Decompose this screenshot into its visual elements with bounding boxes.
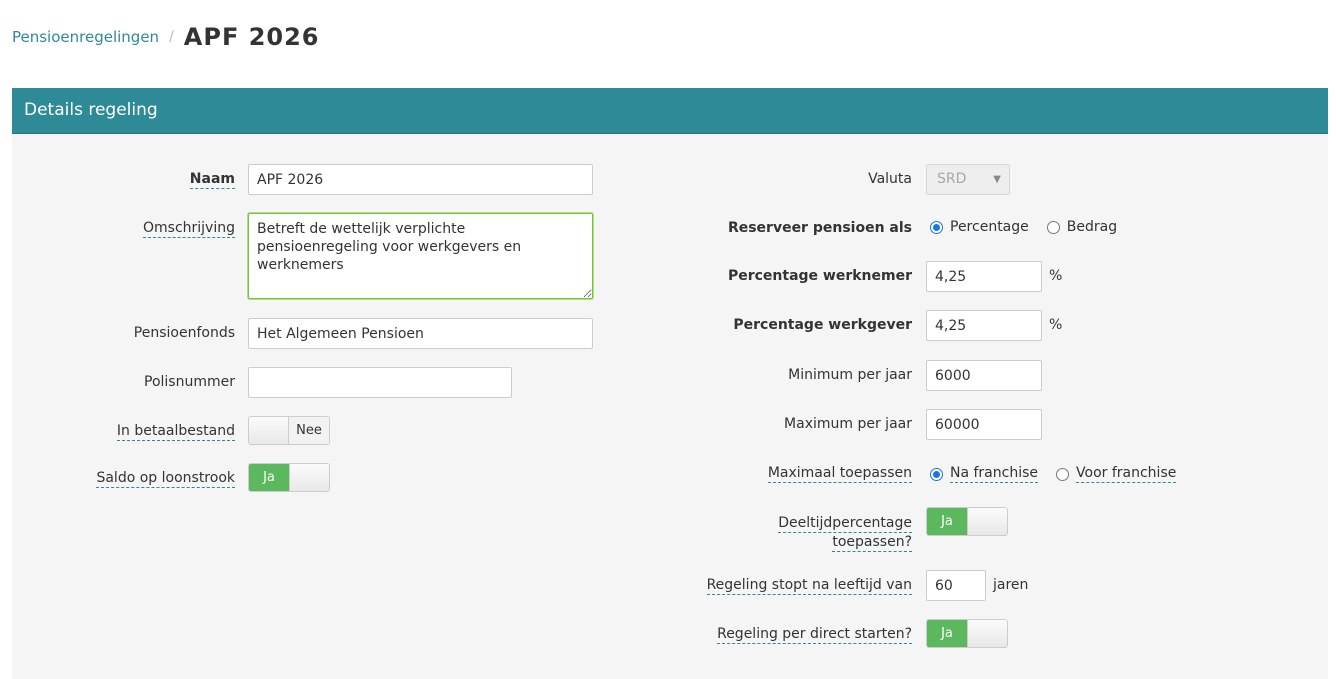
radio-na-franchise[interactable]: Na franchise <box>930 465 1039 483</box>
breadcrumb-separator: / <box>169 29 174 45</box>
betaalbestand-toggle[interactable]: Nee <box>248 416 330 445</box>
radio-percentage[interactable]: Percentage <box>930 219 1029 235</box>
omschrijving-textarea[interactable]: Betreft de wettelijk verplichte pensioen… <box>248 213 593 299</box>
toggle-knob <box>966 620 1007 647</box>
pensioenfonds-label: Pensioenfonds <box>133 325 235 341</box>
radio-unchecked-icon <box>1046 220 1060 234</box>
reserveer-label: Reserveer pensioen als <box>727 220 912 236</box>
radio-label: Bedrag <box>1066 219 1118 235</box>
radio-checked-icon <box>930 220 943 234</box>
perc-werknemer-label: Percentage werknemer <box>727 268 912 284</box>
toggle-state-ja: Ja <box>249 464 289 491</box>
minimum-label: Minimum per jaar <box>788 367 912 383</box>
caret-down-icon: ▼ <box>993 174 1001 185</box>
betaalbestand-label: In betaalbestand <box>116 423 235 441</box>
radio-bedrag[interactable]: Bedrag <box>1046 219 1118 235</box>
maximum-input[interactable] <box>926 409 1042 440</box>
percent-unit: % <box>1049 268 1063 284</box>
valuta-label: Valuta <box>868 171 912 187</box>
omschrijving-label: Omschrijving <box>143 220 235 238</box>
saldo-toggle[interactable]: Ja <box>248 463 330 492</box>
maximum-label: Maximum per jaar <box>784 416 912 432</box>
pensioenfonds-input[interactable] <box>248 318 593 349</box>
radio-label: Percentage <box>950 219 1029 235</box>
radio-label: Voor franchise <box>1076 465 1177 483</box>
toggle-state-ja: Ja <box>927 508 967 535</box>
page-title: APF 2026 <box>183 23 320 51</box>
toggle-knob <box>288 464 329 491</box>
percent-unit: % <box>1049 317 1063 333</box>
perc-werknemer-input[interactable] <box>926 261 1042 292</box>
stopt-label: Regeling stopt na leeftijd van <box>706 577 912 595</box>
naam-label: Naam <box>189 171 235 189</box>
saldo-label: Saldo op loonstrook <box>96 470 235 488</box>
toggle-state-ja: Ja <box>927 620 967 647</box>
deeltijd-toggle[interactable]: Ja <box>926 507 1008 536</box>
toggle-state-nee: Nee <box>289 417 329 444</box>
breadcrumb: Pensioenregelingen / APF 2026 <box>12 20 320 54</box>
breadcrumb-link-pensioenregelingen[interactable]: Pensioenregelingen <box>12 28 159 46</box>
max-toepassen-radio-group: Na franchise Voor franchise <box>930 465 1194 483</box>
naam-input[interactable] <box>248 164 593 195</box>
polisnummer-label: Polisnummer <box>144 374 235 390</box>
valuta-value: SRD <box>937 171 967 187</box>
valuta-select[interactable]: SRD ▼ <box>926 164 1010 195</box>
deeltijd-label: Deeltijdpercentage toepassen? <box>778 515 912 552</box>
max-toepassen-label: Maximaal toepassen <box>767 465 912 483</box>
polisnummer-input[interactable] <box>248 367 512 398</box>
radio-voor-franchise[interactable]: Voor franchise <box>1056 465 1177 483</box>
radio-checked-icon <box>930 467 943 481</box>
reserveer-radio-group: Percentage Bedrag <box>930 219 1135 235</box>
perc-werkgever-input[interactable] <box>926 310 1042 341</box>
perc-werkgever-label: Percentage werkgever <box>733 317 912 333</box>
radio-label: Na franchise <box>950 465 1039 483</box>
minimum-input[interactable] <box>926 360 1042 391</box>
stopt-input[interactable] <box>926 570 986 601</box>
direct-toggle[interactable]: Ja <box>926 619 1008 648</box>
toggle-knob <box>249 417 290 444</box>
jaren-unit: jaren <box>993 577 1029 593</box>
toggle-knob <box>966 508 1007 535</box>
radio-unchecked-icon <box>1056 467 1070 481</box>
panel-title: Details regeling <box>12 88 1328 134</box>
direct-label: Regeling per direct starten? <box>717 626 912 644</box>
